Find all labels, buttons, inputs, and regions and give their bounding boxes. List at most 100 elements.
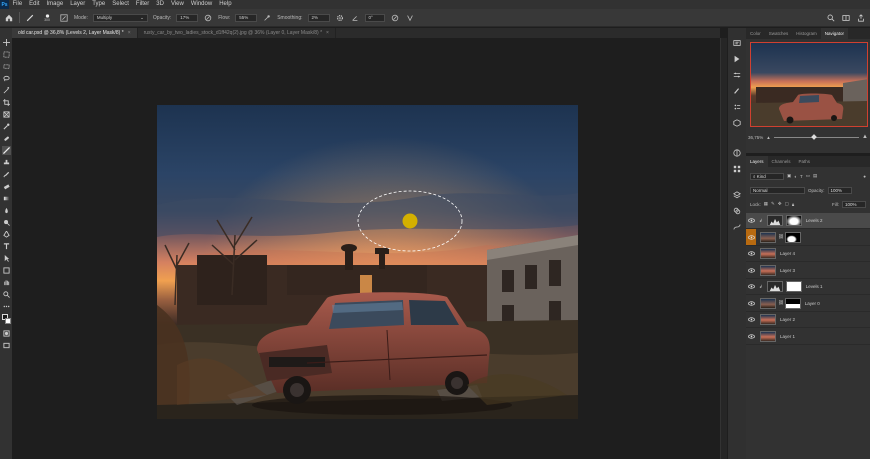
layers-icon[interactable]	[732, 190, 742, 199]
close-icon[interactable]: ×	[326, 30, 329, 36]
fill-field[interactable]: 100%	[842, 200, 866, 208]
filter-smart-object-icon[interactable]: ▤	[813, 173, 817, 179]
swatches-icon[interactable]	[732, 164, 742, 173]
layer-row[interactable]: ⛓ Layer 0	[746, 296, 870, 312]
brush-settings-icon[interactable]	[59, 13, 69, 23]
path-selection-icon[interactable]	[2, 254, 11, 263]
layer-thumbnail[interactable]	[760, 330, 776, 342]
gradient-tool-icon[interactable]	[2, 194, 11, 203]
brush-settings-icon[interactable]	[732, 86, 742, 95]
mode-dropdown[interactable]: Multiply ⌄	[92, 13, 148, 22]
filter-kind-dropdown[interactable]: ⌕ Kind	[750, 172, 784, 180]
pressure-opacity-icon[interactable]	[203, 13, 213, 23]
eyedropper-icon[interactable]	[2, 122, 11, 131]
layer-mask-thumbnail[interactable]	[784, 297, 801, 309]
mask-link-icon[interactable]: ⛓	[778, 300, 784, 306]
angle-field[interactable]: 0°	[364, 13, 385, 22]
zoom-in-icon[interactable]: ▲	[862, 134, 868, 140]
quick-mask-icon[interactable]	[2, 330, 11, 339]
tab-navigator[interactable]: Navigator	[820, 28, 849, 39]
menu-view[interactable]: View	[167, 0, 187, 9]
layer-row[interactable]: Layer 4	[746, 246, 870, 262]
background-color[interactable]	[4, 318, 11, 324]
color-icon[interactable]	[732, 148, 742, 157]
crop-tool-icon[interactable]	[2, 98, 11, 107]
lock-position-icon[interactable]: ✥	[778, 201, 782, 207]
type-tool-icon[interactable]	[2, 242, 11, 251]
layer-row[interactable]: Layer 2	[746, 312, 870, 328]
menu-type[interactable]: Type	[89, 0, 109, 9]
vertical-scrollbar[interactable]	[720, 38, 727, 459]
home-icon[interactable]	[4, 13, 14, 23]
menu-image[interactable]: Image	[43, 0, 67, 9]
symmetry-icon[interactable]	[405, 13, 415, 23]
layer-thumbnail[interactable]	[760, 314, 776, 325]
filter-adjustment-icon[interactable]: ◐	[794, 174, 797, 179]
visibility-eye-icon[interactable]	[746, 251, 756, 256]
layer-row[interactable]: ↲ Levels 1	[746, 279, 870, 295]
layer-row[interactable]: Layer 1	[746, 329, 870, 345]
menu-select[interactable]: Select	[109, 0, 133, 9]
layer-row[interactable]: Layer 3	[746, 263, 870, 279]
zoom-value[interactable]: 36,75%	[748, 135, 763, 140]
menu-file[interactable]: File	[9, 0, 26, 9]
visibility-eye-icon[interactable]	[746, 229, 756, 245]
menu-window[interactable]: Window	[187, 0, 215, 9]
navigator-preview[interactable]	[750, 42, 868, 127]
artboard-tool-icon[interactable]	[2, 50, 11, 59]
paths-icon[interactable]	[732, 222, 742, 231]
menu-help[interactable]: Help	[216, 0, 235, 9]
flow-field[interactable]: 55%	[235, 13, 258, 22]
visibility-eye-icon[interactable]	[746, 333, 756, 339]
blur-tool-icon[interactable]	[2, 206, 11, 215]
layer-row[interactable]: ⛓	[746, 229, 870, 246]
play-actions-icon[interactable]	[732, 54, 742, 63]
document-canvas[interactable]	[157, 105, 578, 419]
layer-thumbnail[interactable]	[760, 264, 776, 276]
history-brush-icon[interactable]	[2, 170, 11, 179]
close-icon[interactable]: ×	[128, 30, 131, 36]
tab-paths[interactable]: Paths	[795, 156, 815, 167]
gear-icon[interactable]	[335, 13, 345, 23]
tab-channels[interactable]: Channels	[768, 156, 795, 167]
smoothing-field[interactable]: 2%	[307, 13, 330, 22]
filter-type-icon[interactable]: T	[800, 174, 803, 179]
document-tab-active[interactable]: old car.psd @ 36,8% (Levels 2, Layer Mas…	[12, 28, 138, 38]
move-tool-icon[interactable]	[2, 38, 11, 47]
pen-tool-icon[interactable]	[2, 230, 11, 239]
opacity-field[interactable]: 17%	[176, 13, 199, 22]
filter-pixel-icon[interactable]: ▣	[787, 173, 791, 179]
zoom-slider-handle[interactable]	[811, 133, 817, 140]
hand-tool-icon[interactable]	[2, 278, 11, 287]
visibility-eye-icon[interactable]	[746, 317, 756, 322]
pressure-size-icon[interactable]	[390, 13, 400, 23]
airbrush-icon[interactable]	[262, 13, 272, 23]
clone-stamp-icon[interactable]	[2, 158, 11, 167]
zoom-out-icon[interactable]: ▲	[766, 135, 770, 140]
workspace-icon[interactable]	[841, 13, 851, 23]
lock-all-icon[interactable]: 🔒︎	[792, 202, 794, 207]
screen-mode-icon[interactable]	[2, 342, 11, 351]
layer-row[interactable]: ↲ Levels 2	[746, 213, 870, 229]
brush-preset-picker[interactable]: 300	[40, 13, 54, 23]
adjustments-icon[interactable]	[732, 70, 742, 79]
layer-mask-thumbnail[interactable]	[785, 215, 802, 226]
tab-layers[interactable]: Layers	[746, 156, 768, 167]
lock-transparent-icon[interactable]: ▦	[764, 201, 768, 207]
menu-edit[interactable]: Edit	[26, 0, 43, 9]
share-icon[interactable]	[856, 13, 866, 23]
blend-mode-dropdown[interactable]: Normal	[750, 186, 805, 194]
visibility-eye-icon[interactable]	[746, 218, 756, 223]
color-swatches[interactable]	[1, 314, 11, 326]
3d-icon[interactable]	[732, 118, 742, 127]
tab-color[interactable]: Color	[746, 28, 765, 39]
tab-histogram[interactable]: Histogram	[792, 28, 821, 39]
layer-thumbnail[interactable]	[760, 231, 776, 243]
lock-image-icon[interactable]: ✎	[771, 201, 775, 207]
levels-adjustment-icon[interactable]	[766, 281, 783, 292]
frame-tool-icon[interactable]	[2, 110, 11, 119]
lock-artboard-icon[interactable]: ▢	[785, 201, 789, 207]
zoom-slider[interactable]	[773, 133, 860, 140]
layer-thumbnail[interactable]	[760, 297, 776, 309]
layer-thumbnail[interactable]	[760, 248, 776, 259]
